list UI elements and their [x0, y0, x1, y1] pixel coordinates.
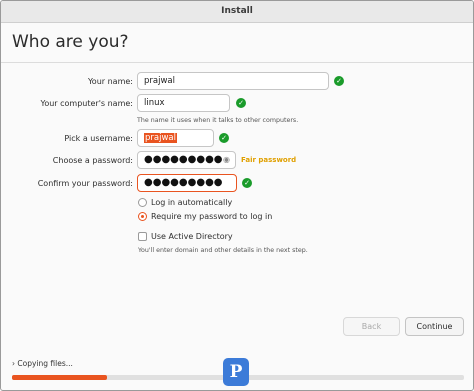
require-password-label[interactable]: Require my password to log in — [151, 212, 272, 221]
divider — [1, 62, 473, 63]
confirm-dots: ●●●●●●●●● — [144, 177, 223, 188]
password-dots: ●●●●●●●●● — [144, 154, 223, 165]
password-field[interactable]: ●●●●●●●●● — [137, 151, 236, 169]
login-auto-radio[interactable] — [138, 198, 147, 207]
eye-icon[interactable]: ◉ — [223, 155, 230, 164]
check-circle-icon: ✓ — [219, 133, 229, 143]
require-password-radio[interactable] — [138, 212, 147, 221]
computer-name-hint: The name it uses when it talks to other … — [137, 117, 299, 124]
active-directory-hint: You'll enter domain and other details in… — [138, 247, 308, 254]
back-button[interactable]: Back — [343, 317, 400, 336]
active-directory-checkbox[interactable] — [138, 232, 147, 241]
continue-button[interactable]: Continue — [405, 317, 464, 336]
installer-window: Install Who are you? Your name: prajwal … — [0, 0, 474, 391]
check-circle-icon: ✓ — [236, 98, 246, 108]
progress-status-text: Copying files... — [17, 359, 73, 368]
window-title: Install — [1, 1, 473, 23]
check-circle-icon: ✓ — [334, 76, 344, 86]
confirm-password-label: Confirm your password: — [37, 179, 133, 188]
password-strength: Fair password — [241, 156, 297, 164]
watermark-logo: P — [223, 358, 249, 386]
username-selected-text: prajwal — [144, 133, 177, 143]
username-label: Pick a username: — [64, 134, 133, 143]
username-field[interactable]: prajwal — [137, 129, 214, 147]
progress-fill — [12, 375, 107, 380]
password-label: Choose a password: — [52, 156, 133, 165]
confirm-password-field[interactable]: ●●●●●●●●● — [137, 174, 237, 192]
login-auto-label[interactable]: Log in automatically — [151, 198, 232, 207]
check-circle-icon: ✓ — [242, 178, 252, 188]
page-title: Who are you? — [12, 32, 129, 52]
computer-name-field[interactable]: linux — [137, 94, 230, 112]
your-name-field[interactable]: prajwal — [137, 72, 329, 90]
computer-name-label: Your computer's name: — [40, 99, 134, 108]
progress-status[interactable]: › Copying files... — [12, 359, 73, 368]
your-name-label: Your name: — [87, 77, 133, 86]
active-directory-label[interactable]: Use Active Directory — [151, 232, 233, 241]
